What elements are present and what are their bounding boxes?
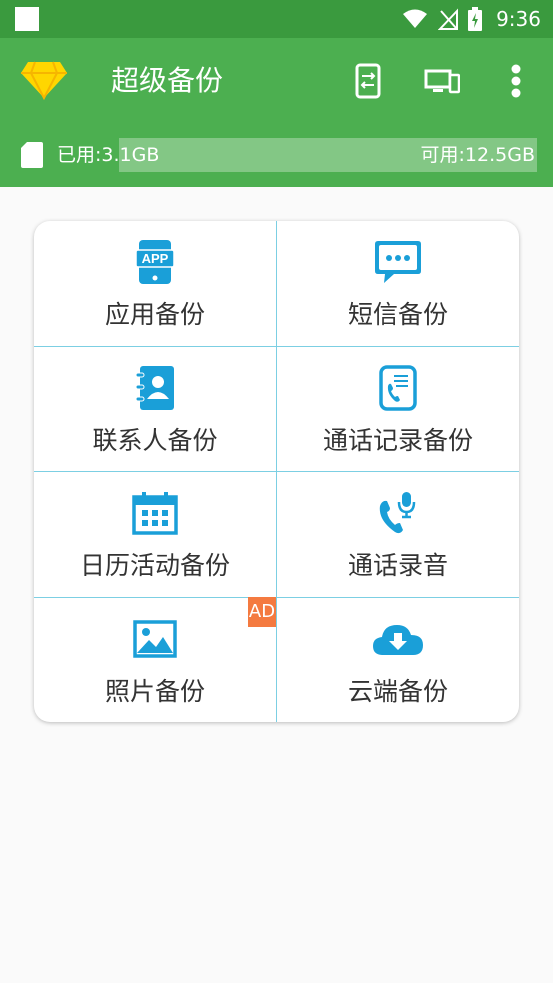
storage-bar: 已用:3.1GB 可用:12.5GB <box>15 138 537 172</box>
cloud-backup-tile[interactable]: 云端备份 <box>277 598 519 722</box>
tile-label: 通话录音 <box>347 551 448 580</box>
sms-backup-tile[interactable]: 短信备份 <box>277 221 519 346</box>
tile-label: 应用备份 <box>104 300 205 329</box>
sd-card-icon <box>21 142 43 168</box>
status-icons: 9:36 <box>402 0 541 38</box>
status-time: 9:36 <box>496 7 541 31</box>
app-title: 超级备份 <box>111 64 224 97</box>
app-bar: 超级备份 <box>0 38 553 124</box>
app-icon: APP <box>136 237 174 287</box>
contacts-icon <box>135 363 175 413</box>
phone-transfer-icon <box>355 63 381 99</box>
call-log-backup-tile[interactable]: 通话记录备份 <box>277 347 519 472</box>
tile-label: 联系人备份 <box>92 426 218 455</box>
signal-icon <box>438 8 459 30</box>
storage-area: 已用:3.1GB 可用:12.5GB <box>0 124 553 187</box>
tile-label: 通话记录备份 <box>322 426 473 455</box>
notification-icon <box>15 7 39 31</box>
tile-label: 云端备份 <box>347 677 448 706</box>
call-recording-icon <box>377 488 419 538</box>
cloud-download-icon <box>372 614 424 664</box>
storage-free-text: 可用:12.5GB <box>420 144 535 166</box>
more-menu-button[interactable] <box>496 61 536 101</box>
tile-label: 照片备份 <box>104 677 205 706</box>
sms-icon <box>374 237 422 287</box>
contacts-backup-tile[interactable]: 联系人备份 <box>34 347 276 472</box>
more-vert-icon <box>511 64 521 98</box>
calendar-backup-tile[interactable]: 日历活动备份 <box>34 472 276 597</box>
transfer-button[interactable] <box>348 61 388 101</box>
devices-button[interactable] <box>422 61 462 101</box>
backup-grid: APP 应用备份 短信备份 联系人备份 通话记录备份 日历活动备份 通话录音 照… <box>34 221 519 722</box>
status-bar: 9:36 <box>0 0 553 38</box>
app-icon-text: APP <box>142 251 169 266</box>
tile-label: 短信备份 <box>347 300 448 329</box>
wifi-icon <box>403 9 428 28</box>
call-recording-tile[interactable]: 通话录音 <box>277 472 519 597</box>
battery-icon <box>468 7 483 31</box>
photo-icon <box>133 614 177 664</box>
call-log-icon <box>379 363 417 413</box>
storage-used-text: 已用:3.1GB <box>57 144 160 166</box>
diamond-logo-icon <box>20 60 68 104</box>
tile-label: 日历活动备份 <box>79 551 230 580</box>
app-backup-tile[interactable]: APP 应用备份 <box>34 221 276 346</box>
calendar-icon <box>132 488 178 538</box>
devices-icon <box>424 69 460 94</box>
ad-badge: AD <box>248 597 276 627</box>
photo-backup-tile[interactable]: 照片备份 <box>34 598 276 722</box>
